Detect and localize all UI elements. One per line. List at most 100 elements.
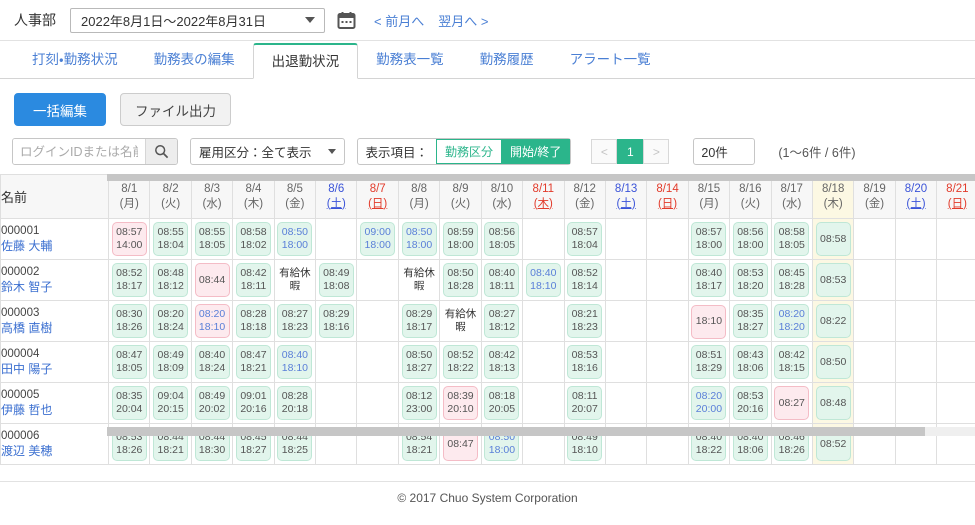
attendance-cell[interactable]: 08:4518:28 (771, 260, 812, 301)
attendance-cell[interactable]: 08:2718:12 (481, 301, 522, 342)
attendance-cell[interactable]: 08:4018:10 (274, 342, 315, 383)
attendance-chip[interactable]: 08:4318:06 (733, 345, 768, 379)
page-1-button[interactable]: 1 (617, 139, 643, 164)
attendance-chip-alert[interactable]: 08:27 (774, 386, 809, 420)
employee-name[interactable]: 佐藤 大輔 (1, 239, 108, 254)
attendance-cell[interactable]: 18:10 (688, 301, 729, 342)
attendance-chip[interactable]: 08:2820:18 (277, 386, 312, 420)
attendance-chip[interactable]: 09:0018:00 (360, 222, 395, 256)
attendance-chip[interactable]: 09:0420:15 (153, 386, 188, 420)
calendar-icon[interactable] (337, 11, 356, 30)
scrollbar-thumb[interactable] (107, 427, 925, 436)
employee-name[interactable]: 高橋 直樹 (1, 321, 108, 336)
attendance-cell[interactable]: 08:3518:27 (730, 301, 771, 342)
attendance-cell[interactable]: 08:48 (812, 383, 853, 424)
segment-work-category[interactable]: 勤務区分 (436, 139, 502, 164)
attendance-cell[interactable] (605, 342, 646, 383)
attendance-chip[interactable]: 08:4518:28 (774, 263, 809, 297)
search-input[interactable] (13, 139, 145, 164)
attendance-cell[interactable]: 08:4918:08 (316, 260, 357, 301)
attendance-cell[interactable] (316, 342, 357, 383)
attendance-cell[interactable] (854, 383, 895, 424)
attendance-chip[interactable]: 08:5818:02 (236, 222, 271, 256)
attendance-chip[interactable]: 08:5718:00 (691, 222, 726, 256)
attendance-cell[interactable]: 08:4218:15 (771, 342, 812, 383)
tab-alert-list[interactable]: アラート一覧 (552, 42, 669, 78)
attendance-chip[interactable]: 09:0120:16 (236, 386, 271, 420)
tab-edit-timesheet[interactable]: 勤務表の編集 (136, 42, 253, 78)
attendance-cell[interactable]: 08:5320:16 (730, 383, 771, 424)
attendance-cell[interactable]: 08:5218:17 (109, 260, 150, 301)
attendance-cell[interactable]: 08:5918:00 (440, 219, 481, 260)
attendance-cell[interactable]: 08:2018:24 (150, 301, 191, 342)
attendance-cell[interactable]: 08:58 (812, 219, 853, 260)
attendance-chip[interactable]: 08:5818:05 (774, 222, 809, 256)
attendance-cell[interactable] (523, 301, 564, 342)
attendance-chip[interactable]: 08:5918:00 (443, 222, 478, 256)
attendance-cell[interactable] (895, 383, 936, 424)
attendance-cell[interactable]: 08:5818:02 (233, 219, 274, 260)
attendance-cell[interactable]: 08:4818:12 (150, 260, 191, 301)
attendance-chip[interactable]: 08:4218:15 (774, 345, 809, 379)
attendance-cell[interactable]: 08:5618:05 (481, 219, 522, 260)
attendance-cell[interactable]: 08:53 (812, 260, 853, 301)
attendance-chip[interactable]: 08:2118:23 (567, 304, 602, 338)
leave-chip[interactable]: 有給休暇 (400, 263, 439, 297)
attendance-cell[interactable] (895, 342, 936, 383)
attendance-chip[interactable]: 08:4018:24 (195, 345, 230, 379)
attendance-cell[interactable]: 08:2118:23 (564, 301, 605, 342)
attendance-cell[interactable] (647, 219, 688, 260)
attendance-cell[interactable]: 08:5518:04 (150, 219, 191, 260)
attendance-cell[interactable]: 08:3520:04 (109, 383, 150, 424)
attendance-chip[interactable]: 08:4918:08 (319, 263, 354, 297)
attendance-cell[interactable]: 08:5718:00 (688, 219, 729, 260)
attendance-chip[interactable]: 08:2018:24 (153, 304, 188, 338)
attendance-cell[interactable]: 08:4918:09 (150, 342, 191, 383)
employee-name[interactable]: 鈴木 智子 (1, 280, 108, 295)
attendance-cell[interactable] (937, 383, 975, 424)
tab-timesheet-list[interactable]: 勤務表一覧 (358, 42, 462, 78)
attendance-cell[interactable] (854, 219, 895, 260)
attendance-chip-alert[interactable]: 08:5714:00 (112, 222, 147, 256)
attendance-cell[interactable] (937, 219, 975, 260)
attendance-chip[interactable]: 08:5018:00 (402, 222, 437, 256)
attendance-cell[interactable]: 08:5018:00 (398, 219, 439, 260)
attendance-cell[interactable] (895, 301, 936, 342)
attendance-chip[interactable]: 08:2018:20 (774, 304, 809, 338)
attendance-cell[interactable]: 08:4318:06 (730, 342, 771, 383)
attendance-chip[interactable]: 08:22 (816, 304, 851, 338)
attendance-chip[interactable]: 08:3018:26 (112, 304, 147, 338)
attendance-cell[interactable]: 08:2820:18 (274, 383, 315, 424)
attendance-cell[interactable]: 09:0018:00 (357, 219, 398, 260)
attendance-chip[interactable]: 08:2718:12 (484, 304, 519, 338)
attendance-cell[interactable]: 08:5718:04 (564, 219, 605, 260)
attendance-cell[interactable]: 09:0420:15 (150, 383, 191, 424)
attendance-cell[interactable]: 有給休暇 (440, 301, 481, 342)
attendance-chip[interactable]: 08:5018:27 (402, 345, 437, 379)
attendance-cell[interactable] (937, 301, 975, 342)
attendance-cell[interactable]: 08:5218:22 (440, 342, 481, 383)
attendance-cell[interactable] (605, 219, 646, 260)
attendance-cell[interactable] (647, 301, 688, 342)
attendance-chip[interactable]: 08:5618:00 (733, 222, 768, 256)
employment-type-select[interactable]: 雇用区分：全て表示 (190, 138, 345, 165)
attendance-cell[interactable] (357, 342, 398, 383)
attendance-cell[interactable]: 08:4018:10 (523, 260, 564, 301)
attendance-chip[interactable]: 08:4718:05 (112, 345, 147, 379)
attendance-chip[interactable]: 08:5318:20 (733, 263, 768, 297)
attendance-chip[interactable]: 08:5218:17 (112, 263, 147, 297)
attendance-cell[interactable]: 08:4018:24 (191, 342, 232, 383)
attendance-chip[interactable]: 08:5518:05 (195, 222, 230, 256)
attendance-cell[interactable]: 08:2718:23 (274, 301, 315, 342)
attendance-chip[interactable]: 08:5518:04 (153, 222, 188, 256)
employee-name[interactable]: 田中 陽子 (1, 362, 108, 377)
prev-month-link[interactable]: < 前月へ (374, 11, 424, 30)
attendance-cell[interactable] (854, 342, 895, 383)
attendance-chip[interactable]: 08:4718:21 (236, 345, 271, 379)
attendance-cell[interactable]: 08:5018:00 (274, 219, 315, 260)
attendance-cell[interactable] (895, 260, 936, 301)
attendance-cell[interactable]: 08:5218:14 (564, 260, 605, 301)
attendance-cell[interactable] (647, 383, 688, 424)
attendance-chip[interactable]: 08:5018:28 (443, 263, 478, 297)
attendance-cell[interactable] (523, 342, 564, 383)
